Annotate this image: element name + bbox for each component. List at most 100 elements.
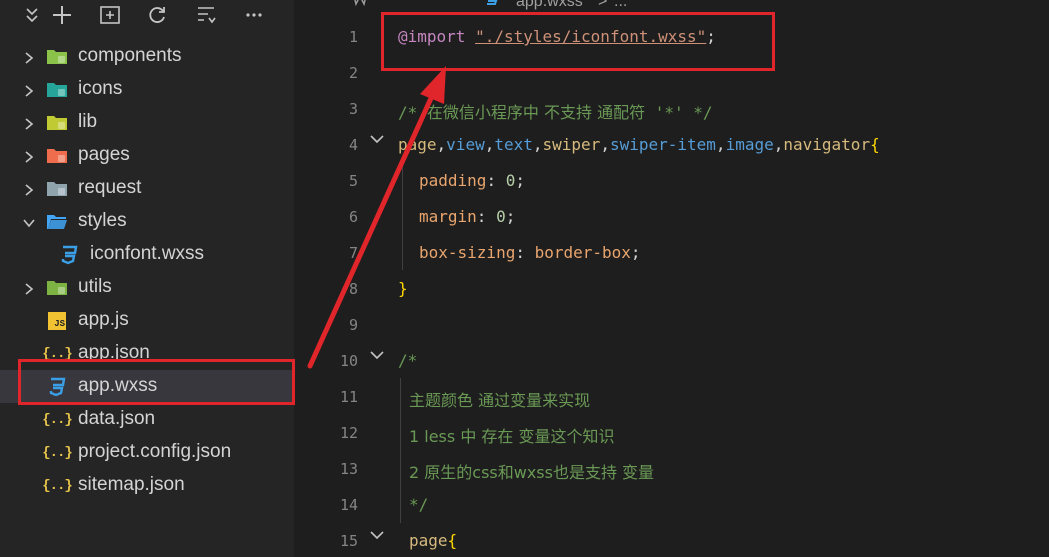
indent-guide [400, 378, 401, 523]
line-number: 8 [348, 280, 358, 298]
menu-icon[interactable] [306, 0, 326, 6]
comment-tail: '*' */ [645, 103, 713, 122]
json-badge: {..} [42, 478, 73, 494]
tree-item-label: sitemap.json [78, 474, 185, 495]
line-number: 15 [339, 532, 358, 550]
breadcrumb-css-icon [484, 0, 500, 6]
code-line-8: } [398, 279, 408, 298]
code-line-13: 2 原生的css和wxss也是支持 变量 [409, 459, 654, 483]
new-file-icon[interactable] [48, 2, 76, 28]
code-line-3: /* 在微信小程序中 不支持 通配符 '*' */ [398, 99, 713, 123]
tree-item-label: iconfont.wxss [90, 243, 205, 264]
tree-file[interactable]: {..} sitemap.json [0, 469, 294, 502]
code-line-12: 1 less 中 存在 变量这个知识 [409, 423, 615, 447]
tree-folder[interactable]: utils [0, 271, 294, 304]
brace: { [447, 531, 458, 550]
back-arrow-icon[interactable] [394, 0, 418, 6]
tree-folder[interactable]: components [0, 40, 294, 73]
css-value: 0 [496, 207, 506, 226]
tree-item-label: pages [78, 144, 130, 165]
code-token: image [725, 135, 774, 154]
tree-file[interactable]: JS app.js [0, 304, 294, 337]
annotation-box-import [381, 12, 775, 71]
code-line-15: page{ [409, 531, 457, 550]
line-number: 12 [339, 424, 358, 442]
line-number: 7 [348, 244, 358, 262]
code-token: page [398, 135, 437, 154]
tree-folder[interactable]: styles [0, 205, 294, 238]
code-editor[interactable]: app.wxss > ... 1 2 3 4 5 6 7 8 9 10 11 12 13 14 15 @im… [294, 0, 1049, 557]
line-number: 5 [348, 172, 358, 190]
forward-arrow-icon[interactable] [438, 0, 462, 6]
line-number: 3 [348, 100, 358, 118]
json-badge: {..} [42, 412, 73, 428]
code-line-4: page,view,text,swiper,swiper-item,image,… [398, 135, 880, 154]
line-number: 1 [348, 28, 358, 46]
tree-file[interactable]: {..} project.config.json [0, 436, 294, 469]
chevron-right-icon[interactable] [22, 148, 36, 163]
lib-folder-icon [46, 112, 68, 134]
utils-folder-icon [46, 277, 68, 299]
tree-item-label: icons [78, 78, 123, 99]
line-number: 6 [348, 208, 358, 226]
fold-chevron-icon[interactable] [370, 528, 384, 542]
line-number: 13 [339, 460, 358, 478]
css-file-icon [58, 244, 80, 266]
tree-file[interactable]: iconfont.wxss [0, 238, 294, 271]
css-value: 0 [505, 171, 516, 190]
comment-text: 在微信小程序中 不支持 通配符 [426, 103, 646, 122]
components-folder-icon [46, 46, 68, 68]
code-line-7: box-sizing: border-box; [419, 243, 641, 262]
css-property: margin [419, 207, 477, 226]
tree-folder[interactable]: pages [0, 139, 294, 172]
comment-text: 1 less 中 存在 变量这个知识 [409, 427, 615, 446]
chevron-right-icon[interactable] [22, 49, 36, 64]
new-folder-icon[interactable] [96, 2, 124, 28]
breadcrumb-file[interactable]: app.wxss [516, 0, 583, 11]
code-token: navigator [783, 135, 871, 154]
breadcrumb-ellipsis[interactable]: ... [614, 0, 627, 11]
code-token: , [484, 135, 495, 154]
breadcrumb-separator: > [598, 0, 608, 10]
chevron-right-icon[interactable] [22, 280, 36, 295]
tree-item-label: components [78, 45, 182, 66]
tree-folder[interactable]: lib [0, 106, 294, 139]
tree-folder[interactable]: icons [0, 73, 294, 106]
refresh-icon[interactable] [143, 2, 171, 28]
icons-folder-icon [46, 79, 68, 101]
chevron-right-icon[interactable] [22, 115, 36, 130]
fold-chevron-icon[interactable] [370, 132, 384, 146]
fold-chevron-icon[interactable] [370, 348, 384, 362]
code-token: swiper-item [609, 135, 716, 154]
json-file-icon: {..} [42, 442, 73, 464]
css-selector: page [409, 531, 448, 550]
line-number: 2 [348, 64, 358, 82]
collapse-icon[interactable] [18, 2, 46, 28]
line-number: 4 [348, 136, 358, 154]
tree-file[interactable]: {..} data.json [0, 403, 294, 436]
bookmark-icon[interactable] [352, 0, 368, 7]
css-property: box-sizing [419, 243, 516, 262]
pages-folder-icon [46, 145, 68, 167]
chevron-right-icon[interactable] [22, 181, 36, 196]
line-number: 10 [339, 352, 358, 370]
chevron-right-icon[interactable] [22, 82, 36, 97]
json-badge: {..} [42, 445, 73, 461]
code-token: { [870, 135, 880, 154]
code-line-11: 主题颜色 通过变量来实现 [409, 391, 591, 410]
indent-guide [402, 162, 403, 270]
chevron-down-icon[interactable] [22, 214, 36, 228]
line-number: 14 [339, 496, 358, 514]
code-line-14: */ [409, 495, 429, 514]
tree-item-label: data.json [78, 408, 156, 429]
collapse-all-icon[interactable] [192, 2, 220, 28]
explorer-toolbar [0, 0, 294, 30]
tree-folder[interactable]: request [0, 172, 294, 205]
comment-text: 2 原生的css和wxss也是支持 变量 [409, 463, 655, 482]
code-token: text [494, 135, 533, 154]
code-token: view [446, 135, 485, 154]
code-line-6: margin: 0; [419, 207, 516, 226]
comment-open: /* [398, 103, 427, 122]
code-token: , [600, 135, 610, 154]
more-icon[interactable] [240, 2, 268, 28]
